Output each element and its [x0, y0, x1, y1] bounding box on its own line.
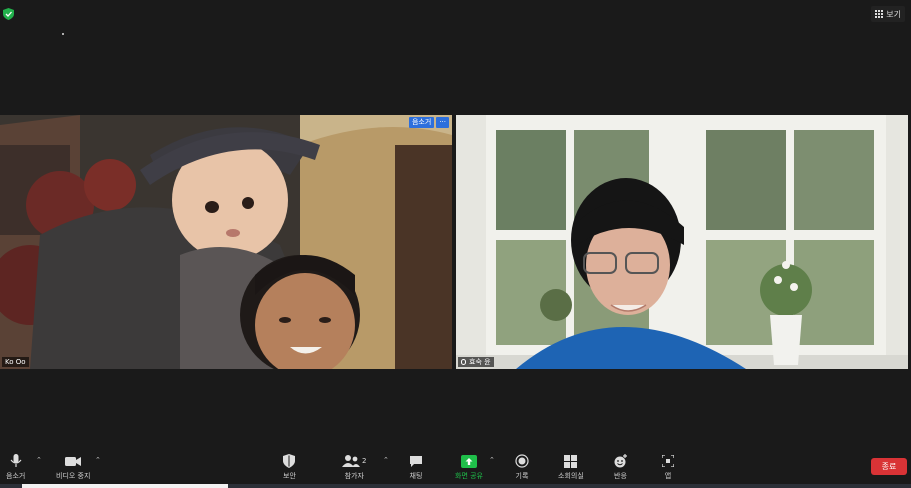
stop-video-button[interactable]: 비디오 중지 — [56, 453, 90, 481]
taskbar-search-area[interactable] — [22, 484, 228, 488]
breakout-rooms-icon — [564, 454, 578, 468]
tile-more-button[interactable]: ··· — [436, 117, 449, 128]
video-tile-hyosook[interactable]: 효숙 윤 — [456, 115, 908, 369]
video-options-chevron-icon[interactable]: ⌃ — [95, 456, 101, 464]
security-button[interactable]: 보안 — [283, 453, 296, 481]
participants-chevron-icon[interactable]: ⌃ — [383, 456, 389, 464]
grid-icon — [875, 10, 884, 18]
view-button[interactable]: 보기 — [871, 6, 905, 22]
participant-name: Ko Oo — [2, 357, 29, 367]
audio-options-chevron-icon[interactable]: ⌃ — [36, 456, 42, 464]
breakout-rooms-button[interactable]: 소회의실 — [558, 453, 584, 481]
participants-label: 참가자 — [344, 472, 364, 480]
share-options-chevron-icon[interactable]: ⌃ — [489, 456, 495, 464]
mute-label: 음소거 — [6, 472, 26, 480]
participant-name: 효숙 윤 — [469, 358, 491, 366]
tile-actions: 음소거 ··· — [408, 117, 449, 128]
participants-icon — [342, 455, 360, 467]
microphone-icon — [10, 454, 22, 467]
stop-video-label: 비디오 중지 — [56, 472, 91, 480]
participant-name-tag: 효숙 윤 — [458, 357, 494, 367]
video-camera-icon — [65, 456, 82, 466]
participants-count: 2 — [362, 457, 367, 465]
mic-icon — [461, 359, 466, 365]
video-tile-ko-oo[interactable]: 음소거 ··· Ko Oo — [0, 115, 452, 369]
record-button[interactable]: 기록 — [515, 453, 529, 481]
record-icon — [515, 454, 529, 468]
apps-button[interactable]: 앱 — [662, 453, 674, 481]
os-taskbar — [0, 484, 911, 488]
mute-button[interactable]: 음소거 — [6, 453, 25, 481]
view-label: 보기 — [886, 9, 901, 19]
breakout-rooms-label: 소회의실 — [558, 472, 584, 480]
record-label: 기록 — [515, 472, 529, 480]
share-screen-button[interactable]: 화면 공유 — [455, 453, 483, 481]
reaction-smiley-icon — [614, 454, 627, 468]
apps-icon — [662, 455, 674, 467]
chat-label: 채팅 — [409, 472, 423, 480]
share-screen-icon — [461, 454, 477, 468]
reactions-label: 반응 — [614, 472, 627, 480]
shield-check-icon[interactable] — [3, 8, 14, 20]
security-label: 보안 — [283, 472, 296, 480]
apps-label: 앱 — [664, 472, 672, 480]
video-frame-left — [0, 115, 452, 369]
meeting-toolbar: 음소거 ⌃ 비디오 중지 ⌃ 보안 2 참가자 ⌃ 채팅 화면 공유 ⌃ 기록 … — [0, 450, 911, 484]
chat-button[interactable]: 채팅 — [409, 453, 423, 481]
participants-button[interactable]: 2 참가자 — [342, 453, 366, 481]
video-frame-right — [456, 115, 908, 369]
cursor-dot — [62, 33, 64, 35]
tile-mute-button[interactable]: 음소거 — [408, 117, 435, 128]
reactions-button[interactable]: 반응 — [613, 453, 628, 481]
chat-bubble-icon — [410, 455, 422, 467]
share-screen-label: 화면 공유 — [455, 472, 483, 480]
end-meeting-button[interactable]: 종료 — [871, 458, 907, 475]
security-shield-icon — [283, 454, 296, 468]
